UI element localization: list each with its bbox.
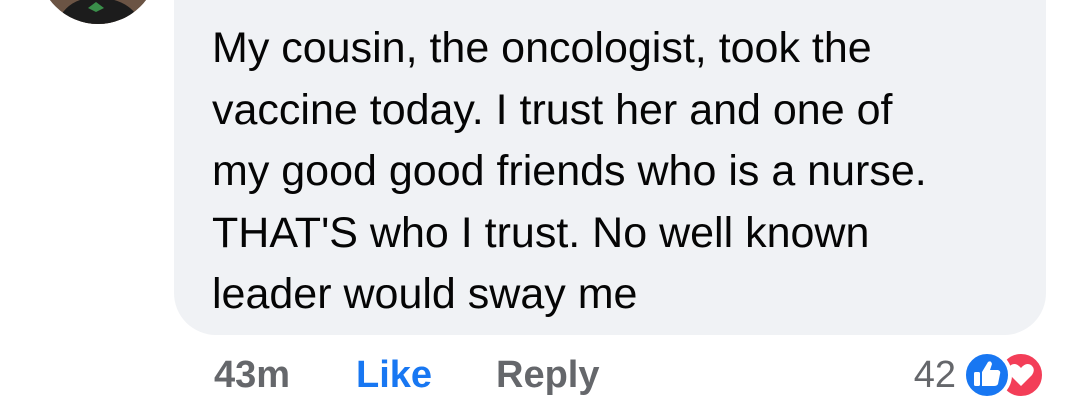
reaction-icons [962,350,1046,400]
comment-timestamp[interactable]: 43m [214,350,290,400]
avatar-image [38,0,158,24]
avatar[interactable] [38,0,158,24]
reaction-count: 42 [913,354,956,396]
like-icon [962,350,1012,400]
like-button[interactable]: Like [356,350,432,400]
reactions-summary[interactable]: 42 [914,348,1046,400]
comment-frame: My cousin, the oncologist, took the vacc… [0,0,1080,400]
comment-text: My cousin, the oncologist, took the vacc… [212,24,927,318]
reply-button[interactable]: Reply [496,350,599,400]
